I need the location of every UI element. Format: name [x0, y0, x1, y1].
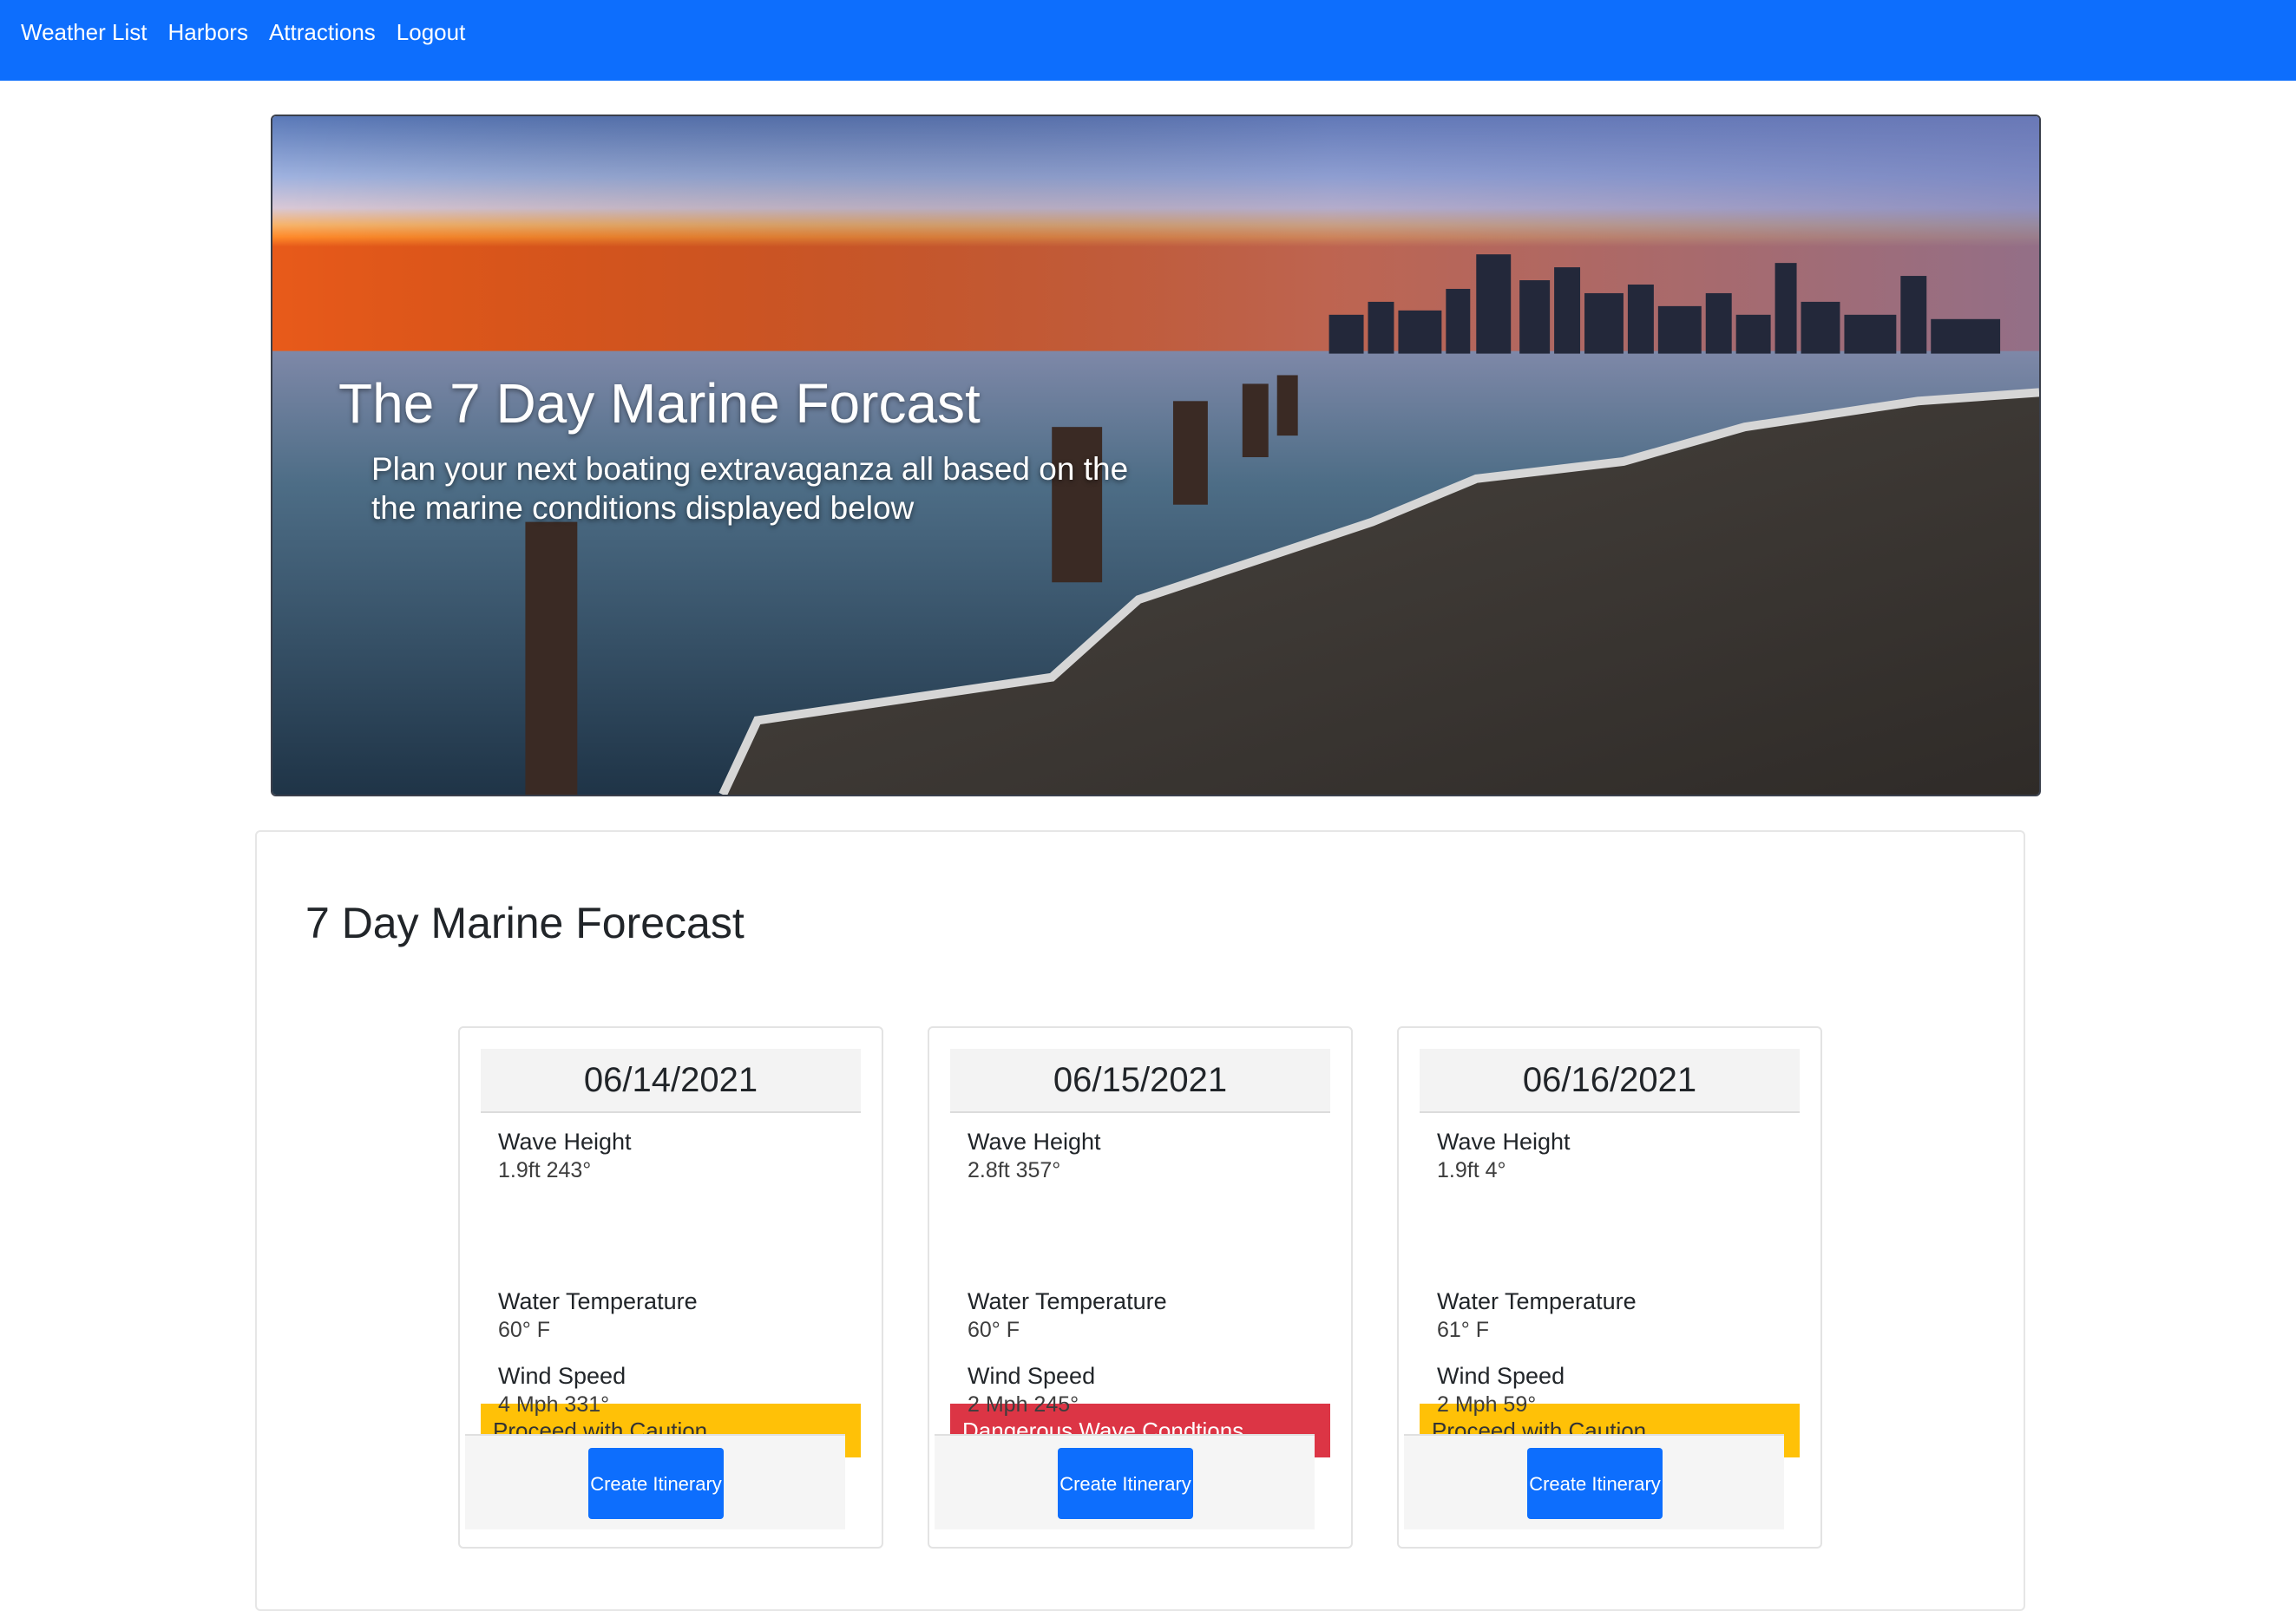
- hero-subtitle: Plan your next boating extravaganza all …: [371, 451, 1129, 526]
- wave-height-label: Wave Height: [498, 1129, 632, 1155]
- wind-speed-value: 2 Mph 245°: [968, 1392, 1079, 1417]
- wave-height-value: 1.9ft 243°: [498, 1158, 592, 1182]
- wave-height-value: 2.8ft 357°: [968, 1158, 1061, 1182]
- create-itinerary-button[interactable]: Create Itinerary: [1527, 1448, 1663, 1519]
- forecast-heading: 7 Day Marine Forecast: [305, 899, 745, 947]
- wind-speed-label: Wind Speed: [968, 1363, 1096, 1389]
- nav-weather-list[interactable]: Weather List: [21, 19, 147, 46]
- wind-speed-label: Wind Speed: [1437, 1363, 1565, 1389]
- water-temperature-value: 61° F: [1437, 1318, 1490, 1342]
- forecast-card: 06/14/2021 Wave Height 1.9ft 243° Procee…: [458, 1026, 883, 1549]
- wave-height-label: Wave Height: [1437, 1129, 1571, 1155]
- nav-logout[interactable]: Logout: [397, 19, 466, 46]
- top-navbar: Weather List Harbors Attractions Logout: [0, 0, 2296, 81]
- water-temperature-label: Water Temperature: [1437, 1288, 1637, 1314]
- wind-speed-label: Wind Speed: [498, 1363, 626, 1389]
- wind-speed-value: 4 Mph 331°: [498, 1392, 610, 1417]
- forecast-date: 06/14/2021: [481, 1049, 861, 1113]
- hero-title: The 7 Day Marine Forcast: [338, 372, 981, 435]
- card-footer: Create Itinerary: [1404, 1434, 1784, 1529]
- forecast-card: 06/16/2021 Wave Height 1.9ft 4° Proceed …: [1397, 1026, 1822, 1549]
- create-itinerary-button[interactable]: Create Itinerary: [1058, 1448, 1193, 1519]
- wind-speed-value: 2 Mph 59°: [1437, 1392, 1537, 1417]
- forecast-panel: 7 Day Marine Forecast 06/14/2021 Wave He…: [255, 830, 2025, 1611]
- hero-banner: The 7 Day Marine Forcast Plan your next …: [271, 115, 2041, 796]
- nav-attractions[interactable]: Attractions: [269, 19, 376, 46]
- water-temperature-value: 60° F: [498, 1318, 551, 1342]
- water-temperature-label: Water Temperature: [498, 1288, 698, 1314]
- forecast-date: 06/16/2021: [1420, 1049, 1800, 1113]
- forecast-date: 06/15/2021: [950, 1049, 1330, 1113]
- water-temperature-value: 60° F: [968, 1318, 1020, 1342]
- wave-height-value: 1.9ft 4°: [1437, 1158, 1506, 1182]
- water-temperature-label: Water Temperature: [968, 1288, 1167, 1314]
- card-footer: Create Itinerary: [465, 1434, 845, 1529]
- forecast-card: 06/15/2021 Wave Height 2.8ft 357° Danger…: [928, 1026, 1353, 1549]
- create-itinerary-button[interactable]: Create Itinerary: [588, 1448, 724, 1519]
- wave-height-label: Wave Height: [968, 1129, 1101, 1155]
- card-footer: Create Itinerary: [935, 1434, 1315, 1529]
- nav-harbors[interactable]: Harbors: [167, 19, 247, 46]
